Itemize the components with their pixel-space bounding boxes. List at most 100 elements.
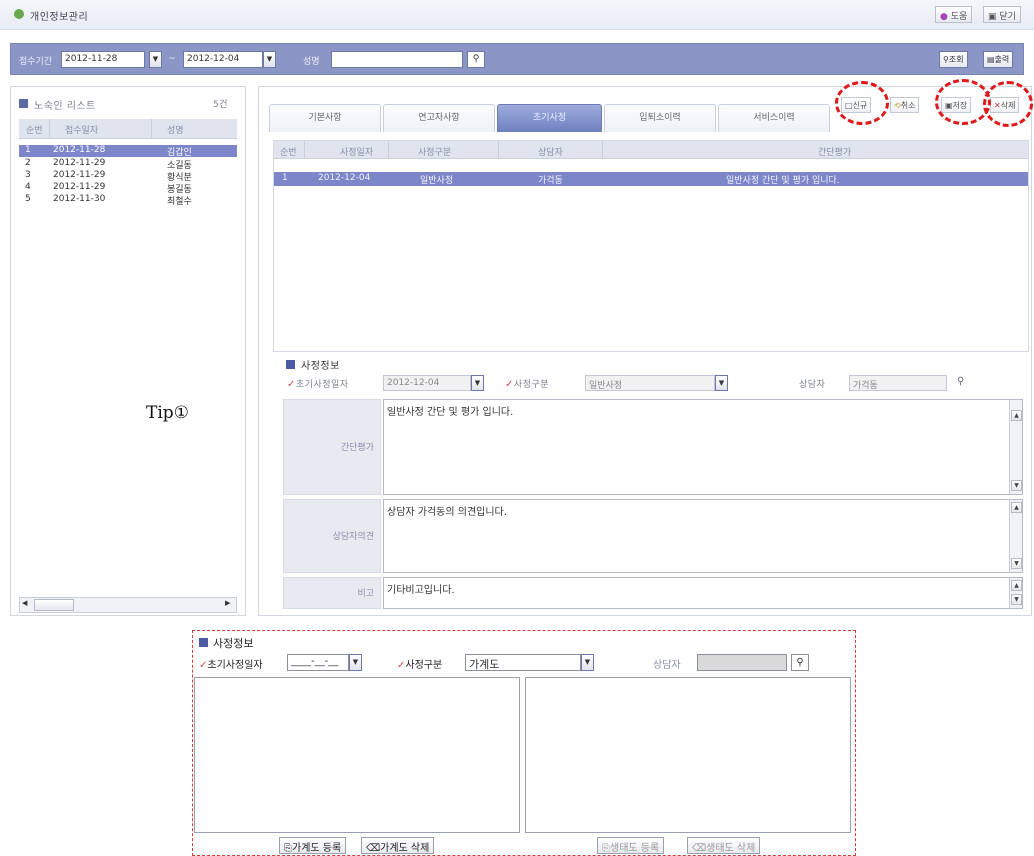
genogram-add-icon: ⎘: [284, 843, 292, 854]
initial-date-label: ✓초기사정일자: [287, 377, 349, 390]
genogram-add-button[interactable]: ⎘가계도 등록: [279, 837, 347, 854]
print-label: 출력: [994, 55, 1010, 64]
col-no: 순번: [26, 126, 43, 136]
note-scrollbar[interactable]: ▲ ▼: [1009, 578, 1022, 608]
col-divider: [388, 141, 389, 159]
type-select[interactable]: 일반사정: [585, 375, 715, 391]
detail-counselor-label: 상담자: [653, 660, 681, 671]
printer-icon: ▤: [987, 55, 995, 64]
opinion-textarea[interactable]: 상담자 가걱동의 의견입니다.: [383, 499, 1023, 573]
list-body: 1 2012-11-28 김갑인 2 2012-11-29 소길동 3 2012…: [19, 145, 237, 215]
tab-admission-history[interactable]: 입퇴소이력: [604, 104, 716, 132]
date-from-dropdown-icon[interactable]: ▼: [149, 51, 162, 68]
list-item[interactable]: 4 2012-11-29 봉길동: [19, 182, 237, 195]
counselor-search-icon[interactable]: ⚲: [957, 376, 964, 387]
detail-initial-date-label-text: 초기사정일자: [207, 660, 263, 671]
note-textarea[interactable]: 기타비고입니다.: [383, 577, 1023, 609]
summary-textarea[interactable]: 일반사정 간단 및 평가 입니다.: [383, 399, 1023, 495]
initial-date-dropdown-icon[interactable]: ▼: [471, 375, 484, 391]
cell-date: 2012-12-04: [318, 173, 371, 183]
help-button[interactable]: ● 도움: [935, 6, 973, 23]
scroll-down-icon[interactable]: ▼: [1011, 558, 1022, 569]
date-from-field[interactable]: 2012-11-28: [61, 51, 145, 68]
list-item[interactable]: 3 2012-11-29 황식분: [19, 170, 237, 183]
ecomap-pane[interactable]: [525, 677, 851, 833]
section-icon: [199, 638, 208, 647]
scroll-left-icon[interactable]: ◀: [22, 599, 27, 607]
cell-type: 일반사정: [420, 176, 454, 186]
genogram-pane[interactable]: [194, 677, 520, 833]
tab-relatives[interactable]: 연고자사항: [383, 104, 495, 132]
col-type: 사정구분: [418, 148, 452, 158]
ecomap-delete-label: 생태도 삭제: [706, 843, 756, 854]
row-no: 2: [25, 158, 31, 168]
list-header: 순번 접수일자 성명: [19, 119, 237, 139]
col-name: 성명: [167, 126, 184, 136]
col-summary: 간단평가: [818, 148, 852, 158]
tab-service-history[interactable]: 서비스이력: [718, 104, 830, 132]
initial-date-field[interactable]: 2012-12-04: [383, 375, 471, 391]
detail-initial-date-label: ✓초기사정일자: [199, 656, 263, 671]
scroll-down-icon[interactable]: ▼: [1011, 594, 1022, 605]
detail-counselor-search-icon[interactable]: ⚲: [791, 654, 809, 671]
col-divider: [49, 119, 50, 139]
date-to-field[interactable]: 2012-12-04: [183, 51, 263, 68]
col-date: 사정일자: [340, 148, 374, 158]
tab-basic[interactable]: 기본사항: [269, 104, 381, 132]
scroll-down-icon[interactable]: ▼: [1011, 480, 1022, 491]
query-button[interactable]: ⚲조회: [939, 51, 968, 68]
list-horizontal-scrollbar[interactable]: ◀ ▶: [19, 597, 237, 613]
summary-scrollbar[interactable]: ▲ ▼: [1009, 400, 1022, 494]
type-dropdown-icon[interactable]: ▼: [715, 375, 728, 391]
search-icon[interactable]: ⚲: [467, 51, 485, 68]
row-date: 2012-11-28: [53, 145, 106, 155]
help-icon: ●: [940, 12, 948, 22]
genogram-delete-button[interactable]: ⌫가계도 삭제: [361, 837, 435, 854]
opinion-scrollbar[interactable]: ▲ ▼: [1009, 500, 1022, 572]
required-check-icon: ✓: [505, 379, 514, 390]
detail-counselor-field[interactable]: [697, 654, 787, 671]
list-item[interactable]: 5 2012-11-30 최철수: [19, 194, 237, 207]
close-label: 닫기: [999, 12, 1016, 22]
title-bar: 개인정보관리 ● 도움 ▣ 닫기: [0, 0, 1034, 30]
col-divider: [151, 119, 152, 139]
scroll-up-icon[interactable]: ▲: [1011, 410, 1022, 421]
ecomap-delete-button[interactable]: ⌫생태도 삭제: [687, 837, 761, 854]
col-date: 접수일자: [65, 126, 99, 136]
assessment-grid: 순번 사정일자 사정구분 상담자 간단평가 1 2012-12-04 일반사정 …: [273, 140, 1029, 352]
scroll-up-icon[interactable]: ▲: [1011, 502, 1022, 513]
list-item[interactable]: 2 2012-11-29 소길동: [19, 158, 237, 171]
close-button[interactable]: ▣ 닫기: [983, 6, 1021, 23]
section-icon: [286, 360, 295, 369]
opinion-label: 상담자의견: [283, 499, 381, 573]
cell-counselor: 가걱동: [538, 176, 563, 186]
counselor-label: 상담자: [799, 380, 826, 390]
col-divider: [304, 141, 305, 159]
detail-date-dropdown-icon[interactable]: ▼: [349, 654, 362, 671]
name-search-input[interactable]: [331, 51, 463, 68]
cancel-button[interactable]: ⟲취소: [890, 97, 920, 113]
row-no: 3: [25, 170, 31, 180]
ecomap-add-button[interactable]: ⎘생태도 등록: [597, 837, 665, 854]
ecomap-add-label: 생태도 등록: [610, 843, 660, 854]
list-section-icon: [19, 99, 28, 108]
counselor-field[interactable]: 가걱동: [849, 375, 947, 391]
date-to-dropdown-icon[interactable]: ▼: [263, 51, 276, 68]
print-button[interactable]: ▤출력: [983, 51, 1014, 68]
list-item[interactable]: 1 2012-11-28 김갑인: [19, 145, 237, 158]
list-count: 5건: [213, 100, 229, 110]
scroll-thumb[interactable]: [34, 599, 74, 611]
table-row[interactable]: 1 2012-12-04 일반사정 가걱동 일반사정 간단 및 평가 입니다.: [274, 172, 1028, 186]
genogram-add-label: 가계도 등록: [292, 843, 342, 854]
search-bar: 접수기간 2012-11-28 ▼ ~ 2012-12-04 ▼ 성명 ⚲ ⚲조…: [10, 43, 1024, 75]
detail-type-select[interactable]: 가계도: [465, 654, 581, 671]
row-no: 4: [25, 182, 31, 192]
detail-type-dropdown-icon[interactable]: ▼: [581, 654, 594, 671]
scroll-up-icon[interactable]: ▲: [1011, 580, 1022, 591]
tab-initial-assessment[interactable]: 초기사정: [497, 104, 602, 132]
scroll-right-icon[interactable]: ▶: [225, 599, 230, 607]
detail-initial-date-field[interactable]: ____-__-__: [287, 654, 349, 671]
close-icon: ▣: [988, 12, 997, 22]
row-date: 2012-11-30: [53, 194, 106, 204]
grid-header: 순번 사정일자 사정구분 상담자 간단평가: [274, 141, 1028, 159]
